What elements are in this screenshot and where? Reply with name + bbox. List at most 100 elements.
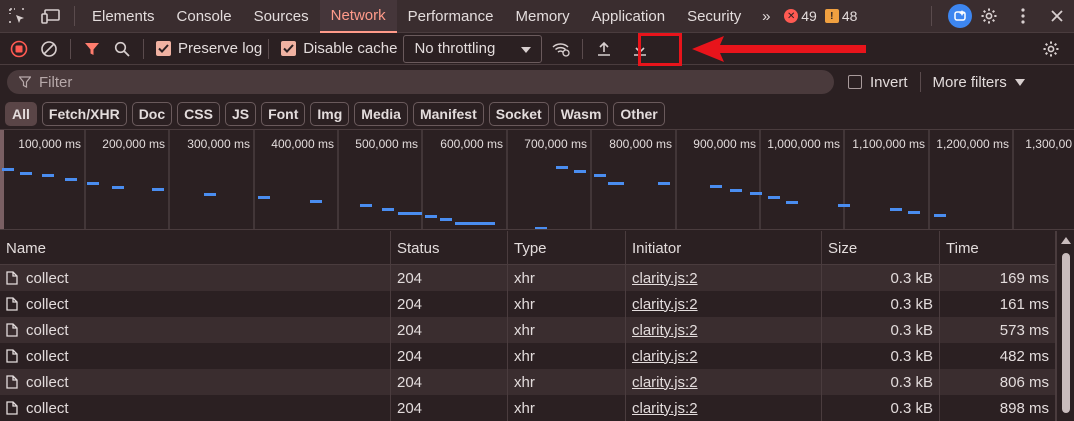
type-filter-chip[interactable]: Media bbox=[354, 102, 408, 126]
overview-request-bar bbox=[908, 211, 920, 214]
cell-size: 0.3 kB bbox=[822, 395, 940, 421]
overview-request-bar bbox=[750, 192, 762, 195]
filter-input[interactable]: Filter bbox=[7, 70, 834, 94]
tab-memory[interactable]: Memory bbox=[505, 0, 581, 33]
chevron-down-icon bbox=[521, 40, 532, 57]
more-filters-dropdown[interactable]: More filters bbox=[933, 74, 1025, 91]
devtools-tabbar: Elements Console Sources Network Perform… bbox=[0, 0, 1074, 33]
table-row[interactable]: collect 204 xhr clarity.js:2 0.3 kB 806 ms bbox=[0, 369, 1056, 395]
tab-network[interactable]: Network bbox=[319, 0, 397, 33]
warning-icon: ! bbox=[824, 9, 839, 23]
filter-placeholder: Filter bbox=[39, 73, 73, 91]
filter-funnel-icon[interactable] bbox=[77, 33, 107, 65]
tab-elements[interactable]: Elements bbox=[81, 0, 166, 33]
type-filter-chip[interactable]: Font bbox=[261, 102, 306, 126]
tab-sources[interactable]: Sources bbox=[243, 0, 320, 33]
file-icon bbox=[6, 375, 18, 389]
warning-badge[interactable]: ! 48 bbox=[824, 8, 858, 24]
inspect-element-icon[interactable] bbox=[0, 0, 34, 33]
overview-request-bar bbox=[360, 204, 372, 207]
table-scrollbar[interactable] bbox=[1056, 231, 1074, 421]
overview-request-bar bbox=[658, 182, 670, 185]
type-filter-chip[interactable]: Wasm bbox=[553, 102, 609, 126]
table-row[interactable]: collect 204 xhr clarity.js:2 0.3 kB 482 ms bbox=[0, 343, 1056, 369]
divider bbox=[70, 38, 71, 59]
overview-request-bar bbox=[574, 170, 586, 173]
column-header-size[interactable]: Size bbox=[822, 231, 940, 265]
cell-name: collect bbox=[0, 369, 391, 395]
cell-initiator-link[interactable]: clarity.js:2 bbox=[626, 265, 822, 291]
cell-initiator-link[interactable]: clarity.js:2 bbox=[626, 395, 822, 421]
more-tabs-icon[interactable]: » bbox=[752, 0, 780, 33]
scrollbar-thumb[interactable] bbox=[1062, 253, 1070, 413]
overview-tick-label: 1,000,000 ms bbox=[767, 137, 840, 151]
column-header-time[interactable]: Time bbox=[940, 231, 1056, 265]
preserve-log-label: Preserve log bbox=[178, 40, 263, 57]
cell-initiator-link[interactable]: clarity.js:2 bbox=[626, 343, 822, 369]
tab-console[interactable]: Console bbox=[166, 0, 243, 33]
cell-initiator-link[interactable]: clarity.js:2 bbox=[626, 291, 822, 317]
divider bbox=[931, 6, 932, 26]
tab-application[interactable]: Application bbox=[581, 0, 676, 33]
overview-request-bar bbox=[87, 182, 99, 185]
column-header-type[interactable]: Type bbox=[508, 231, 626, 265]
type-filter-chip[interactable]: Manifest bbox=[412, 102, 484, 126]
type-filter-chip[interactable]: Img bbox=[310, 102, 350, 126]
settings-gear-icon[interactable] bbox=[972, 0, 1006, 33]
column-header-name[interactable]: Name bbox=[0, 231, 391, 265]
overview-request-bar bbox=[2, 168, 14, 171]
overview-request-bar bbox=[556, 166, 568, 169]
device-toolbar-icon[interactable] bbox=[34, 0, 68, 33]
overview-request-bar bbox=[535, 227, 547, 229]
network-overview-timeline[interactable]: 100,000 ms 200,000 ms 300,000 ms 400,000 ms… bbox=[0, 129, 1074, 230]
type-filter-chip[interactable]: All bbox=[5, 102, 37, 126]
request-name: collect bbox=[26, 347, 69, 365]
cell-status: 204 bbox=[391, 291, 508, 317]
column-header-status[interactable]: Status bbox=[391, 231, 508, 265]
type-filter-chip[interactable]: Fetch/XHR bbox=[41, 102, 127, 126]
table-row[interactable]: collect 204 xhr clarity.js:2 0.3 kB 169 ms bbox=[0, 265, 1056, 291]
overview-request-bar bbox=[608, 182, 624, 185]
preserve-log-checkbox[interactable]: Preserve log bbox=[156, 40, 262, 57]
table-row[interactable]: collect 204 xhr clarity.js:2 0.3 kB 898 ms bbox=[0, 395, 1056, 421]
tab-performance[interactable]: Performance bbox=[397, 0, 505, 33]
network-settings-gear-icon[interactable] bbox=[1036, 33, 1066, 65]
invert-checkbox[interactable]: Invert bbox=[848, 74, 908, 91]
stop-recording-icon[interactable] bbox=[4, 33, 34, 65]
cell-name: collect bbox=[0, 395, 391, 421]
divider bbox=[582, 38, 584, 59]
cell-initiator-link[interactable]: clarity.js:2 bbox=[626, 369, 822, 395]
clear-icon[interactable] bbox=[34, 33, 64, 65]
cell-name: collect bbox=[0, 317, 391, 343]
throttling-select[interactable]: No throttling bbox=[403, 34, 543, 63]
search-icon[interactable] bbox=[107, 33, 137, 65]
type-filter-chip[interactable]: Doc bbox=[131, 102, 173, 126]
column-header-initiator[interactable]: Initiator bbox=[626, 231, 822, 265]
tab-security[interactable]: Security bbox=[676, 0, 752, 33]
type-filter-chip[interactable]: Socket bbox=[488, 102, 549, 126]
type-filter-chip[interactable]: JS bbox=[224, 102, 257, 126]
cell-type: xhr bbox=[508, 369, 626, 395]
type-filter-chip[interactable]: Other bbox=[613, 102, 665, 126]
overview-tick-label: 200,000 ms bbox=[102, 137, 165, 151]
close-icon[interactable] bbox=[1040, 0, 1074, 33]
cell-time: 898 ms bbox=[940, 395, 1056, 421]
overview-tick-label: 300,000 ms bbox=[187, 137, 250, 151]
import-har-upload-icon[interactable] bbox=[589, 33, 619, 65]
disable-cache-checkbox[interactable]: Disable cache bbox=[281, 40, 397, 57]
cell-time: 161 ms bbox=[940, 291, 1056, 317]
table-row[interactable]: collect 204 xhr clarity.js:2 0.3 kB 161 ms bbox=[0, 291, 1056, 317]
table-row[interactable]: collect 204 xhr clarity.js:2 0.3 kB 573 ms bbox=[0, 317, 1056, 343]
more-options-icon[interactable] bbox=[1006, 0, 1040, 33]
ai-assistance-icon[interactable] bbox=[948, 4, 972, 28]
table-header: Name Status Type Initiator Size Time bbox=[0, 231, 1056, 265]
error-badge[interactable]: ✕ 49 bbox=[784, 8, 817, 24]
network-toolbar: Preserve log Disable cache No throttling bbox=[0, 33, 1074, 65]
warning-count: 48 bbox=[841, 8, 858, 24]
cell-type: xhr bbox=[508, 395, 626, 421]
scroll-up-arrow-icon[interactable] bbox=[1061, 237, 1071, 244]
cell-initiator-link[interactable]: clarity.js:2 bbox=[626, 317, 822, 343]
type-filter-chip[interactable]: CSS bbox=[177, 102, 220, 126]
highlight-box bbox=[638, 33, 682, 66]
network-conditions-icon[interactable] bbox=[546, 33, 576, 65]
